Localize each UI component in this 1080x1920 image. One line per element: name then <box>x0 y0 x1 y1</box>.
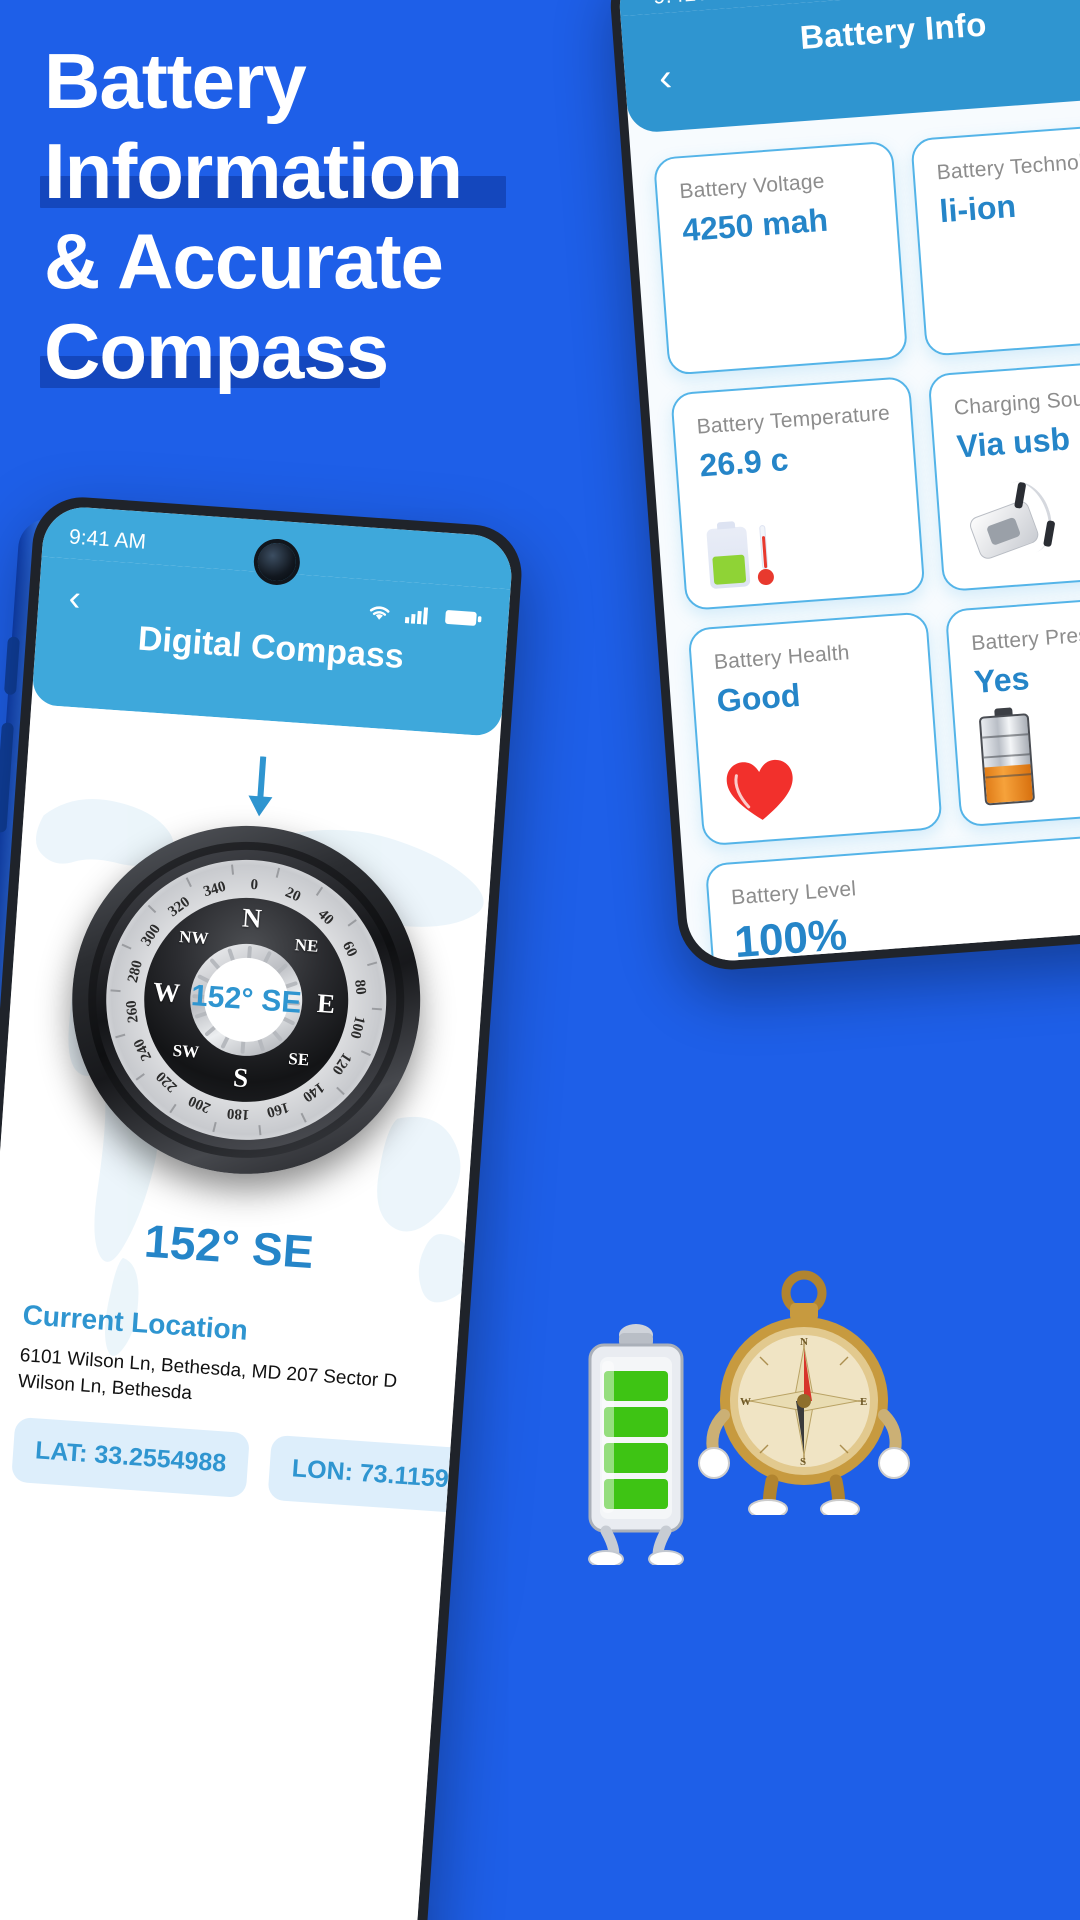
compass-center-heading: 152° SE <box>190 979 303 1020</box>
degree-tick <box>371 1007 382 1011</box>
degree-tick <box>347 919 357 927</box>
degree-tick <box>315 886 324 896</box>
cardinal-label-nw: NW <box>178 927 210 949</box>
card-label: Charging Source <box>953 385 1080 420</box>
degree-tick-label: 100 <box>346 1014 368 1040</box>
card-value: Via usb <box>955 420 1072 465</box>
chevron-left-icon[interactable]: ‹ <box>67 577 82 620</box>
cardinal-label-se: SE <box>287 1048 310 1069</box>
wifi-icon <box>366 601 394 628</box>
compass-character-icon: N S W E <box>690 1265 910 1519</box>
card-battery-health[interactable]: Battery Health Good <box>687 611 943 847</box>
degree-tick <box>121 943 132 950</box>
phone-screen: 9:41 AM ‹ Digital Compass 0 20 40 60 80 … <box>0 504 515 1920</box>
heart-icon <box>723 756 797 825</box>
degree-tick <box>258 1125 262 1136</box>
compass-screen-body: 0 20 40 60 80 100 120 140 160 180 200 220 240 260 280 3… <box>0 704 501 1920</box>
compass-dial[interactable]: 0 20 40 60 80 100 120 140 160 180 200 220 240 260 280 3… <box>60 814 432 1186</box>
cardinal-label-sw: SW <box>172 1040 200 1062</box>
cardinal-label-n: N <box>241 902 263 934</box>
headline-text-4: Compass <box>44 307 389 395</box>
phone-screen: 9:41 AM Battery Info ‹ Battery Voltage 4… <box>616 0 1080 964</box>
cardinal-label-w: W <box>152 976 182 1009</box>
degree-tick <box>169 1103 177 1114</box>
charger-plug-icon <box>962 473 1063 570</box>
headline-line-3: & Accurate <box>44 216 604 306</box>
degree-tick-label: 180 <box>226 1104 251 1123</box>
card-battery-present[interactable]: Battery Present Yes <box>944 592 1080 828</box>
degree-tick <box>336 1086 345 1096</box>
degree-tick-label: 340 <box>201 878 228 901</box>
headline-line-4: Compass <box>40 306 604 396</box>
headline-text-2: Information <box>44 127 463 215</box>
degree-tick <box>360 1050 371 1057</box>
svg-text:S: S <box>800 1456 806 1468</box>
arrow-down-icon <box>242 755 280 819</box>
cardinal-label-e: E <box>316 987 337 1020</box>
status-icons <box>366 601 483 634</box>
card-value: Yes <box>972 660 1031 701</box>
signal-icon <box>403 604 433 631</box>
degree-tick <box>212 1121 217 1133</box>
card-label: Battery Present <box>970 621 1080 656</box>
degree-tick <box>115 1033 126 1039</box>
headline-line-1: Battery <box>44 36 604 126</box>
status-time: 9:41 AM <box>68 525 147 554</box>
page-title: Battery Info <box>798 5 988 57</box>
card-value: li-ion <box>938 187 1018 230</box>
degree-tick <box>231 864 235 875</box>
card-label: Battery Health <box>713 641 851 675</box>
card-battery-voltage[interactable]: Battery Voltage 4250 mah <box>652 140 909 376</box>
cardinal-label-s: S <box>232 1062 250 1094</box>
page-headline: Battery Information & Accurate Compass <box>40 36 604 396</box>
compass-phone: 9:41 AM ‹ Digital Compass 0 20 40 60 80 … <box>0 494 525 1920</box>
battery-thermometer-icon <box>706 522 784 590</box>
degree-tick-label: 260 <box>123 999 142 1024</box>
card-battery-technology[interactable]: Battery Technology li-ion <box>910 121 1080 357</box>
degree-tick-label: 160 <box>264 1098 291 1121</box>
card-charging-source[interactable]: Charging Source Via usb <box>927 357 1080 593</box>
degree-tick <box>367 961 378 967</box>
longitude-chip[interactable]: LON: 73.1159966 <box>267 1434 501 1517</box>
card-value: Good <box>715 676 802 719</box>
mascot-illustrations: N S W E <box>560 1265 960 1568</box>
headline-text-3: & Accurate <box>44 217 444 305</box>
degree-tick <box>110 989 121 993</box>
card-value: 26.9 c <box>698 441 790 484</box>
card-battery-temperature[interactable]: Battery Temperature 26.9 c <box>670 375 926 611</box>
battery-vertical-icon <box>978 706 1036 806</box>
headline-line-2: Information <box>40 126 604 216</box>
battery-character-icon <box>576 1317 696 1568</box>
phone-body: 9:41 AM Battery Info ‹ Battery Voltage 4… <box>607 0 1080 974</box>
degree-tick <box>300 1112 307 1123</box>
degree-tick <box>147 904 157 914</box>
svg-text:E: E <box>860 1396 867 1408</box>
degree-tick <box>185 877 192 888</box>
degree-tick-label: 0 <box>249 876 259 894</box>
degree-tick-label: 280 <box>124 958 146 985</box>
card-battery-level[interactable]: Battery Level 100% <box>704 827 1080 964</box>
chevron-left-icon[interactable]: ‹ <box>658 57 674 100</box>
degree-tick <box>135 1073 145 1081</box>
svg-text:N: N <box>800 1336 808 1348</box>
battery-icon <box>443 607 483 635</box>
card-value: 4250 mah <box>680 201 830 249</box>
phone-body: 9:41 AM ‹ Digital Compass 0 20 40 60 80 … <box>0 494 525 1920</box>
degree-tick-label: 80 <box>351 979 369 996</box>
cardinal-label-ne: NE <box>294 935 320 957</box>
svg-text:W: W <box>740 1396 751 1408</box>
headline-text-1: Battery <box>44 37 307 125</box>
battery-info-phone: 9:41 AM Battery Info ‹ Battery Voltage 4… <box>607 0 1080 974</box>
card-label: Battery Temperature <box>695 401 891 439</box>
degree-tick <box>275 867 281 878</box>
card-label: Battery Technology <box>935 148 1080 185</box>
card-label: Battery Voltage <box>678 169 826 204</box>
battery-cards-grid: Battery Voltage 4250 mah Battery Technol… <box>629 94 1080 964</box>
